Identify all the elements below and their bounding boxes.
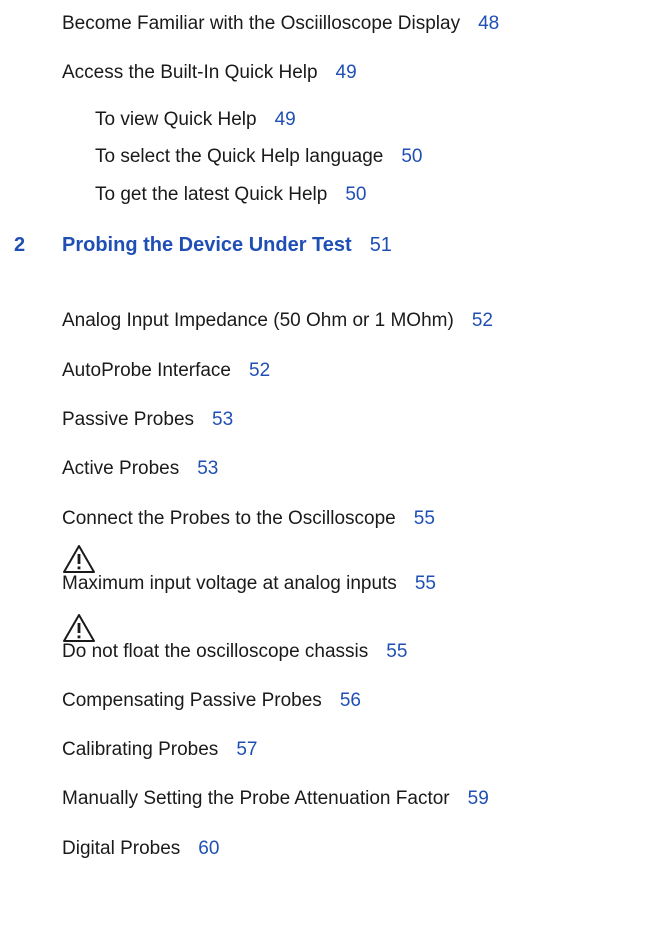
toc-entry-page[interactable]: 55 [415, 573, 436, 594]
toc-entry-page[interactable]: 57 [236, 739, 257, 760]
toc-entry-autoprobe-interface[interactable]: AutoProbe Interface 52 [62, 359, 270, 383]
toc-subentry-quick-help-language[interactable]: To select the Quick Help language 50 [95, 145, 422, 169]
toc-entry-title: Manually Setting the Probe Attenuation F… [62, 788, 450, 809]
toc-subentry-view-quick-help[interactable]: To view Quick Help 49 [95, 108, 296, 132]
toc-entry-title: AutoProbe Interface [62, 360, 231, 381]
toc-entry-page[interactable]: 55 [386, 641, 407, 662]
toc-entry-title: Access the Built-In Quick Help [62, 62, 318, 83]
toc-entry-title: To view Quick Help [95, 109, 257, 130]
toc-subentry-latest-quick-help[interactable]: To get the latest Quick Help 50 [95, 183, 366, 207]
toc-entry-page[interactable]: 59 [468, 788, 489, 809]
toc-entry-digital-probes[interactable]: Digital Probes 60 [62, 837, 219, 861]
toc-entry-title: Active Probes [62, 458, 180, 479]
toc-entry-passive-probes[interactable]: Passive Probes 53 [62, 408, 233, 432]
toc-entry-page[interactable]: 49 [275, 109, 296, 130]
toc-entry-page[interactable]: 48 [478, 13, 499, 34]
toc-entry-title: Maximum input voltage at analog inputs [62, 573, 397, 594]
toc-entry-title: Calibrating Probes [62, 739, 219, 760]
warning-triangle-icon [62, 613, 96, 643]
chapter-title: Probing the Device Under Test [62, 234, 352, 256]
toc-entry-page[interactable]: 60 [198, 838, 219, 859]
toc-entry-title: Connect the Probes to the Oscilloscope [62, 508, 396, 529]
toc-entry-page[interactable]: 50 [401, 146, 422, 167]
toc-entry-analog-input-impedance[interactable]: Analog Input Impedance (50 Ohm or 1 MOhm… [62, 309, 493, 333]
toc-entry-title: Do not float the oscilloscope chassis [62, 641, 369, 662]
toc-entry-title: To get the latest Quick Help [95, 184, 328, 205]
toc-entry-page[interactable]: 49 [336, 62, 357, 83]
toc-entry-page[interactable]: 50 [345, 184, 366, 205]
toc-entry-page[interactable]: 52 [472, 310, 493, 331]
toc-entry-page[interactable]: 53 [212, 409, 233, 430]
toc-entry-page[interactable]: 52 [249, 360, 270, 381]
toc-entry-probe-attenuation[interactable]: Manually Setting the Probe Attenuation F… [62, 787, 489, 811]
chapter-title-link[interactable]: Probing the Device Under Test 51 [62, 232, 392, 258]
toc-entry-page[interactable]: 56 [340, 690, 361, 711]
toc-entry-max-input-voltage[interactable]: Maximum input voltage at analog inputs 55 [62, 572, 436, 596]
toc-entry-active-probes[interactable]: Active Probes 53 [62, 457, 218, 481]
toc-entry-display[interactable]: Become Familiar with the Osciilloscope D… [62, 12, 499, 36]
toc-entry-title: Passive Probes [62, 409, 195, 430]
toc-entry-connect-probes[interactable]: Connect the Probes to the Oscilloscope 55 [62, 507, 435, 531]
toc-entry-title: Compensating Passive Probes [62, 690, 322, 711]
chapter-page[interactable]: 51 [370, 234, 392, 256]
toc-page: Become Familiar with the Osciilloscope D… [0, 0, 671, 943]
toc-entry-quick-help[interactable]: Access the Built-In Quick Help 49 [62, 61, 357, 85]
toc-entry-page[interactable]: 55 [414, 508, 435, 529]
toc-entry-title: Become Familiar with the Osciilloscope D… [62, 13, 461, 34]
toc-entry-title: To select the Quick Help language [95, 146, 384, 167]
toc-entry-page[interactable]: 53 [197, 458, 218, 479]
chapter-number: 2 [14, 234, 26, 256]
toc-entry-calibrating-probes[interactable]: Calibrating Probes 57 [62, 738, 257, 762]
warning-triangle-icon [62, 544, 96, 574]
toc-entry-title: Digital Probes [62, 838, 181, 859]
toc-entry-title: Analog Input Impedance (50 Ohm or 1 MOhm… [62, 310, 454, 331]
toc-chapter-2: 2 Probing the Device Under Test 51 [0, 232, 671, 258]
toc-entry-do-not-float-chassis[interactable]: Do not float the oscilloscope chassis 55 [62, 640, 407, 664]
toc-entry-compensating-passive-probes[interactable]: Compensating Passive Probes 56 [62, 689, 361, 713]
